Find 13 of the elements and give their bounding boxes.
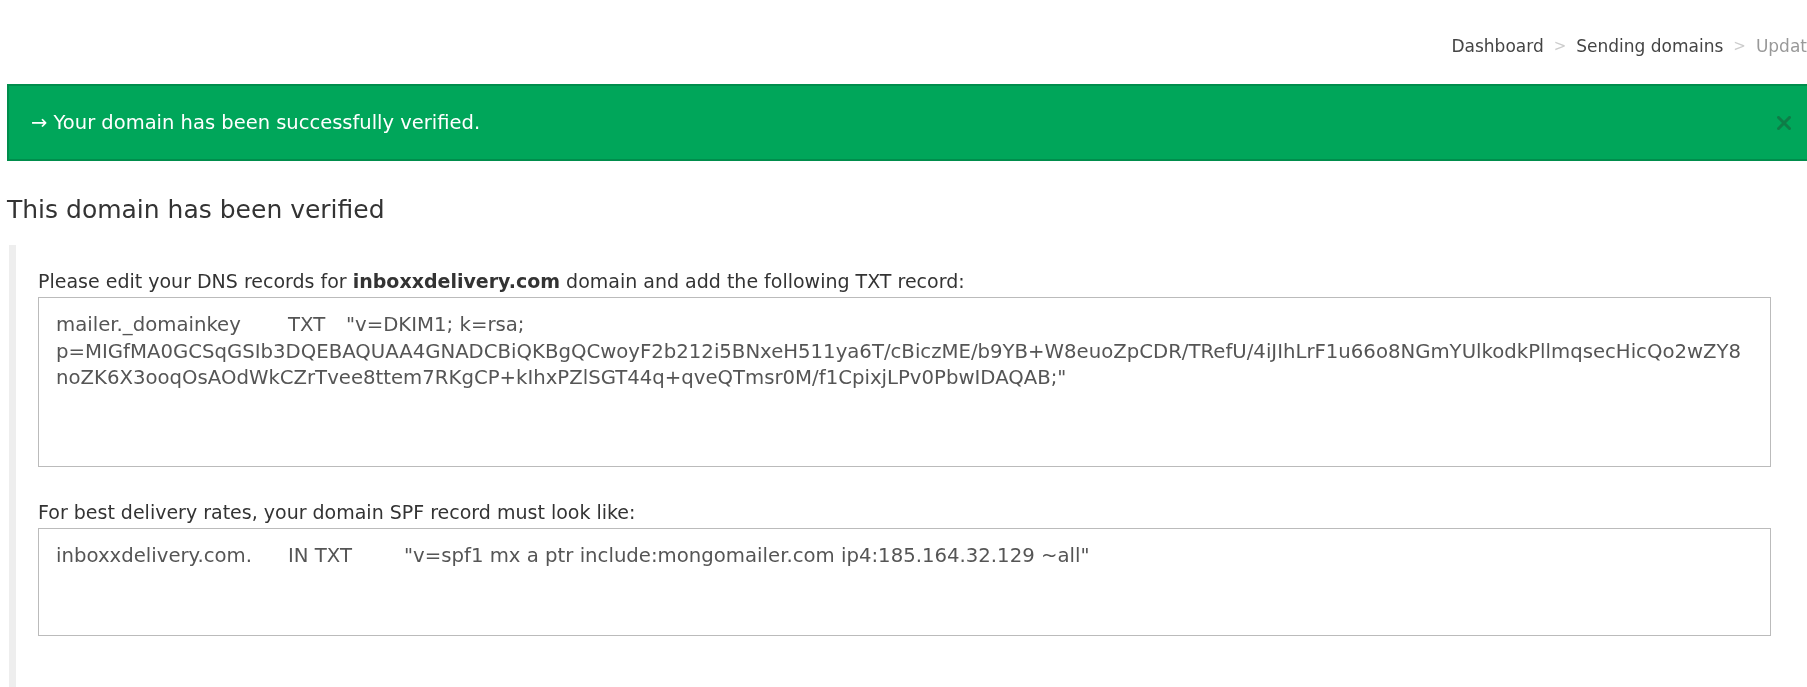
- close-icon: [1777, 115, 1791, 130]
- current-page-label: Updat: [1755, 35, 1807, 58]
- section-heading: This domain has been verified: [7, 195, 386, 225]
- dns-record-field[interactable]: mailer._domainkey TXT "v=DKIM1; k=rsa; p=MIGfMA0GCSqGSIb3DQEBAQUAA4GNADCBiQKBgQCwoyF2b212i5BNxeH511ya6T/cBiczME/b9YB+W8euoZpCDR/TRefU/4iJIhLrF1u66o8NGmYUlkodkPllmqsecHicQo2wZY8noZK6X3ooqOsAOdWkCZrTvee8ttem7RKgCP+kIhxPZlSGT44q+qveQTmsr0M/f1CpixjLPv0PbwIDAQAB;": [38, 297, 1771, 467]
- breadcrumb-separator: >: [1553, 36, 1567, 57]
- breadcrumb-link[interactable]: Dashboard: [1451, 34, 1544, 58]
- dns-record-field[interactable]: inboxxdelivery.com. IN TXT "v=spf1 mx a ptr include:mongomailer.com ip4:185.164.32.129 ~all": [38, 528, 1771, 636]
- close-button[interactable]: [1777, 115, 1791, 130]
- alert-message: → Your domain has been successfully verified.: [31, 109, 481, 136]
- record-instruction: For best delivery rates, your domain SPF record must look like:: [38, 500, 637, 524]
- breadcrumb-link[interactable]: Sending domains: [1576, 34, 1724, 58]
- record-instruction: Please edit your DNS records for inboxxdelivery.com domain and add the following TXT record:: [38, 269, 966, 293]
- breadcrumb-separator: >: [1733, 36, 1746, 57]
